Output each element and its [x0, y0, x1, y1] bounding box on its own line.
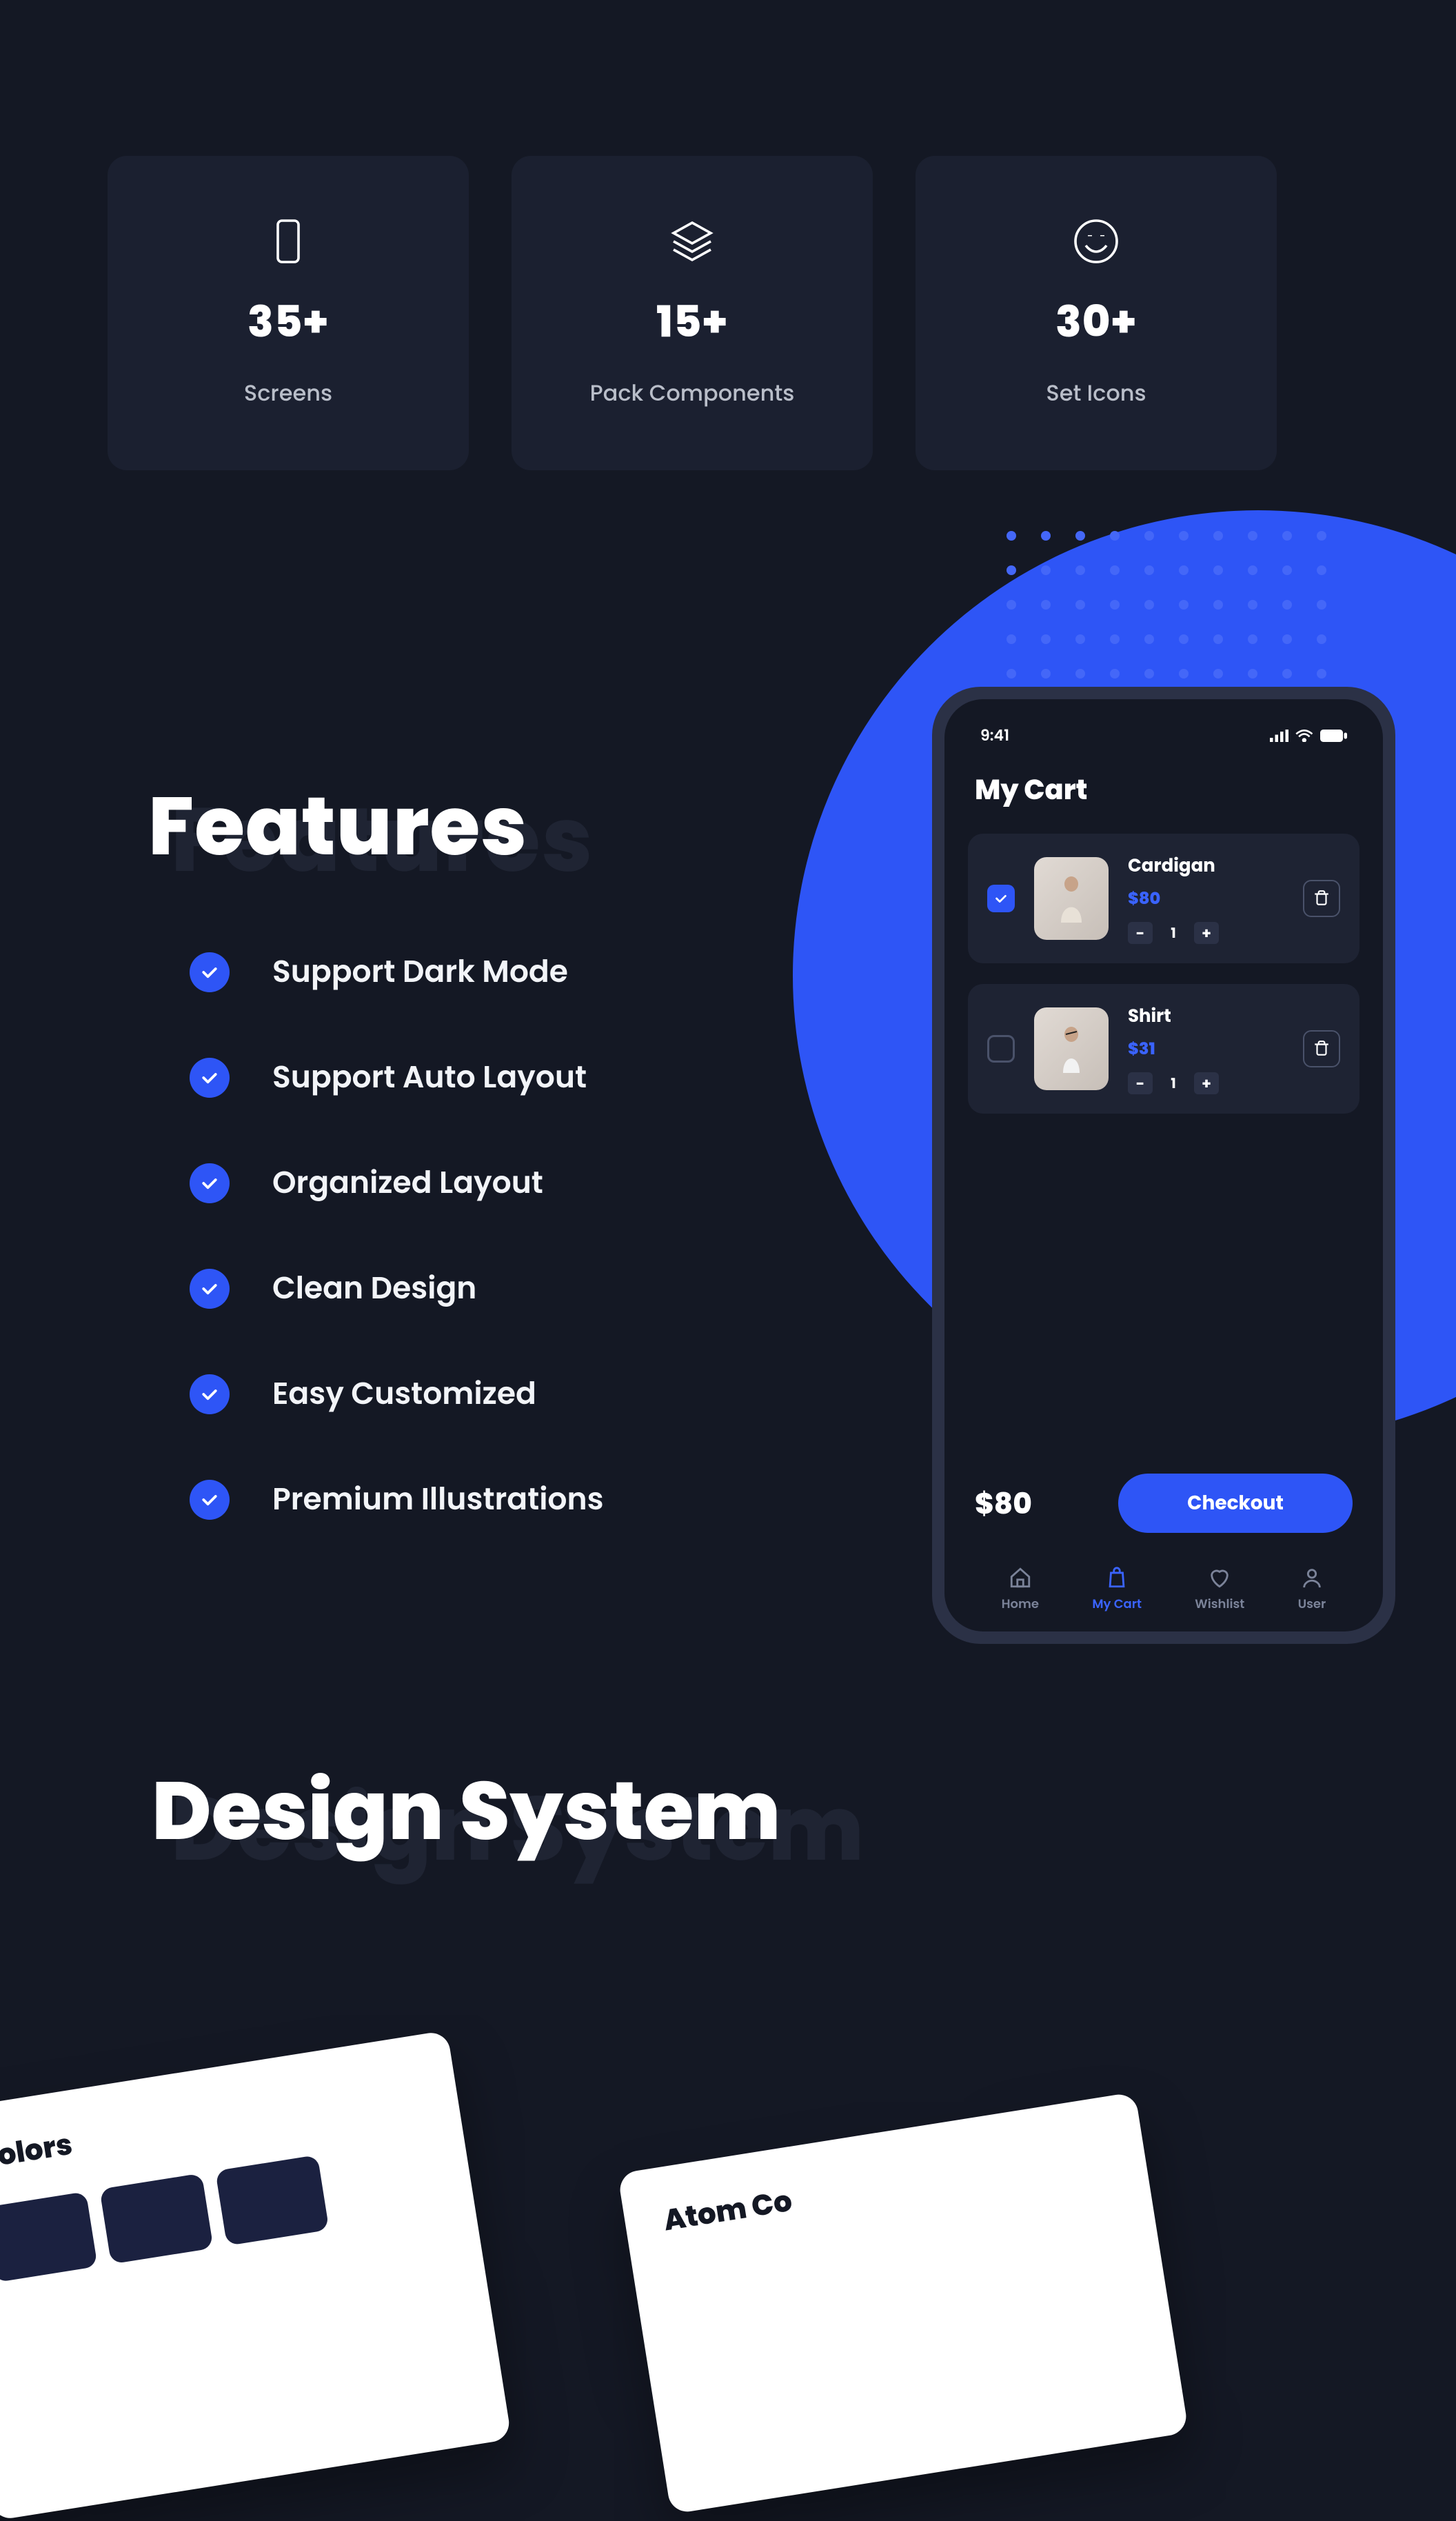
atom-card-title: Atom Co — [660, 2129, 1109, 2242]
user-icon — [1300, 1566, 1324, 1589]
feature-item: Support Dark Mode — [190, 950, 604, 994]
nav-home[interactable]: Home — [1002, 1566, 1039, 1614]
qty-increase-button[interactable]: + — [1194, 922, 1219, 944]
check-icon — [190, 952, 230, 992]
color-swatch — [215, 2155, 329, 2246]
stat-number: 30+ — [1055, 290, 1137, 354]
design-card-colors: Colors — [0, 2030, 512, 2521]
cart-item-image — [1034, 1007, 1109, 1090]
qty-value: 1 — [1161, 922, 1186, 944]
phone-screen: 9:41 My Cart Cardigan $80 — [944, 699, 1383, 1631]
phone-icon — [263, 217, 313, 266]
stat-card-icons: 30+ Set Icons — [916, 156, 1277, 470]
color-swatch — [0, 2191, 98, 2282]
delete-button[interactable] — [1303, 880, 1340, 917]
feature-item: Premium Illustrations — [190, 1477, 604, 1522]
wifi-icon — [1295, 730, 1313, 742]
battery-icon — [1320, 730, 1347, 742]
check-icon — [190, 1269, 230, 1309]
cart-item: Shirt $31 - 1 + — [968, 984, 1359, 1114]
feature-text: Organized Layout — [272, 1161, 543, 1205]
cart-item-price: $31 — [1128, 1037, 1284, 1061]
trash-icon — [1313, 1040, 1331, 1058]
check-icon — [190, 1374, 230, 1414]
feature-text: Easy Customized — [272, 1372, 536, 1416]
design-card-atom: Atom Co — [618, 2092, 1189, 2515]
cart-title: My Cart — [968, 762, 1359, 834]
phone-mockup: 9:41 My Cart Cardigan $80 — [932, 687, 1395, 1644]
feature-item: Support Auto Layout — [190, 1055, 604, 1100]
feature-text: Premium Illustrations — [272, 1477, 604, 1522]
stat-number: 15+ — [656, 290, 728, 354]
stat-card-components: 15+ Pack Components — [512, 156, 873, 470]
cart-item-checkbox[interactable] — [987, 1035, 1015, 1063]
cart-total: $80 — [975, 1482, 1032, 1525]
design-system-heading: Design System — [152, 1750, 780, 1872]
check-icon — [190, 1480, 230, 1520]
cart-item-name: Cardigan — [1128, 853, 1284, 880]
bag-icon — [1105, 1566, 1129, 1589]
check-icon — [190, 1163, 230, 1203]
nav-label: User — [1298, 1595, 1326, 1614]
decorative-dot-grid — [1007, 531, 1326, 713]
status-bar: 9:41 — [968, 724, 1359, 762]
cart-item-price: $80 — [1128, 887, 1284, 911]
stat-card-screens: 35+ Screens — [108, 156, 469, 470]
qty-increase-button[interactable]: + — [1194, 1072, 1219, 1094]
heart-icon — [1208, 1566, 1231, 1589]
nav-label: My Cart — [1092, 1595, 1142, 1614]
feature-text: Clean Design — [272, 1266, 476, 1311]
nav-label: Home — [1002, 1595, 1039, 1614]
stat-number: 35+ — [247, 290, 329, 354]
stat-label: Set Icons — [1046, 377, 1146, 410]
color-swatch — [99, 2173, 213, 2264]
checkout-button[interactable]: Checkout — [1118, 1474, 1353, 1533]
layers-icon — [667, 217, 717, 266]
cart-item: Cardigan $80 - 1 + — [968, 834, 1359, 963]
feature-item: Easy Customized — [190, 1372, 604, 1416]
nav-wishlist[interactable]: Wishlist — [1195, 1566, 1244, 1614]
nav-user[interactable]: User — [1298, 1566, 1326, 1614]
qty-value: 1 — [1161, 1072, 1186, 1094]
check-icon — [190, 1058, 230, 1098]
stat-label: Screens — [244, 377, 332, 410]
qty-decrease-button[interactable]: - — [1128, 1072, 1153, 1094]
nav-label: Wishlist — [1195, 1595, 1244, 1614]
status-time: 9:41 — [980, 724, 1009, 747]
delete-button[interactable] — [1303, 1030, 1340, 1067]
feature-text: Support Dark Mode — [272, 950, 568, 994]
feature-text: Support Auto Layout — [272, 1055, 587, 1100]
smile-icon — [1071, 217, 1121, 266]
cart-item-name: Shirt — [1128, 1003, 1284, 1030]
bottom-nav: Home My Cart Wishlist User — [968, 1554, 1359, 1631]
nav-cart[interactable]: My Cart — [1092, 1566, 1142, 1614]
qty-decrease-button[interactable]: - — [1128, 922, 1153, 944]
trash-icon — [1313, 890, 1331, 907]
features-heading: Features — [148, 765, 604, 887]
cart-item-checkbox[interactable] — [987, 885, 1015, 912]
signal-icon — [1270, 730, 1288, 742]
stat-label: Pack Components — [590, 377, 795, 410]
cart-item-image — [1034, 857, 1109, 940]
home-icon — [1009, 1566, 1032, 1589]
feature-item: Organized Layout — [190, 1161, 604, 1205]
feature-item: Clean Design — [190, 1266, 604, 1311]
